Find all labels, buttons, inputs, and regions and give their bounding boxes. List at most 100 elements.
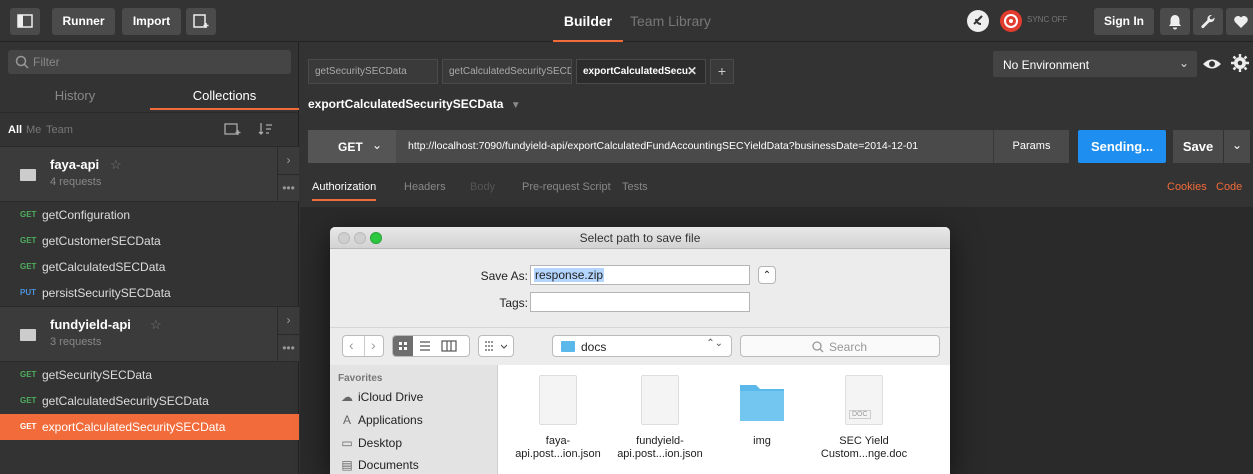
runner-button[interactable]: Runner: [52, 8, 115, 35]
tab-body[interactable]: Body: [470, 181, 495, 193]
add-tab-button[interactable]: +: [710, 59, 734, 84]
chevron-right-icon[interactable]: ›: [277, 307, 299, 334]
tab-authorization[interactable]: Authorization: [312, 181, 377, 201]
sort-icon[interactable]: [258, 122, 276, 136]
request-name: getCustomerSECData: [42, 234, 161, 248]
new-tab-button[interactable]: [186, 8, 216, 35]
wrench-icon: [1201, 14, 1215, 29]
owner-all[interactable]: All: [8, 124, 22, 136]
dialog-title: Select path to save file: [579, 231, 701, 245]
expand-dialog-button[interactable]: ⌃: [758, 266, 776, 284]
favorite-label: iCloud Drive: [358, 390, 424, 404]
request-item-active[interactable]: GET exportCalculatedSecuritySECData: [0, 414, 299, 440]
filter-input[interactable]: Filter: [8, 50, 291, 74]
arrange-button[interactable]: [478, 335, 514, 357]
view-mode-buttons[interactable]: [392, 335, 470, 357]
collection-request-count: 4 requests: [50, 176, 102, 188]
sign-in-button[interactable]: Sign In: [1094, 8, 1154, 35]
request-item[interactable]: GET getCalculatedSECData: [0, 254, 299, 280]
favorite-applications[interactable]: A Applications: [340, 413, 423, 427]
toggle-sidebar-button[interactable]: [10, 8, 40, 35]
tab-tests[interactable]: Tests: [622, 181, 648, 193]
tab-history[interactable]: History: [0, 82, 150, 110]
save-file-dialog: Select path to save file Save As: respon…: [330, 227, 950, 474]
request-title[interactable]: exportCalculatedSecuritySECData ▼: [308, 97, 521, 111]
request-item[interactable]: PUT persistSecuritySECData: [0, 280, 299, 306]
method-select[interactable]: GET ⌄: [308, 130, 396, 163]
manage-environments-button[interactable]: [1228, 51, 1252, 77]
forward-icon[interactable]: ›: [371, 337, 376, 353]
import-button[interactable]: Import: [122, 8, 181, 35]
folder-item[interactable]: img: [712, 375, 812, 448]
save-as-input[interactable]: response.zip: [530, 265, 750, 285]
star-icon[interactable]: ☆: [110, 157, 122, 173]
tab-team-library[interactable]: Team Library: [630, 0, 711, 42]
save-button[interactable]: Save: [1173, 130, 1223, 163]
sync-icon[interactable]: [1000, 10, 1022, 32]
environment-select[interactable]: No Environment ⌄: [993, 51, 1197, 77]
location-select[interactable]: docs ⌃⌄: [552, 335, 732, 357]
tab-headers[interactable]: Headers: [404, 181, 446, 193]
document-icon: [641, 375, 679, 425]
collection-fundyield-api[interactable]: fundyield-api ☆ 3 requests › •••: [0, 306, 299, 362]
tab-pre-request-script[interactable]: Pre-request Script: [522, 181, 611, 193]
file-item[interactable]: fundyield-api.post...ion.json: [610, 375, 710, 461]
request-item[interactable]: GET getCustomerSECData: [0, 228, 299, 254]
chevron-down-icon: ⌄: [1178, 56, 1189, 70]
filter-placeholder: Filter: [33, 55, 60, 69]
settings-button[interactable]: [1193, 8, 1223, 35]
request-item[interactable]: GET getConfiguration: [0, 202, 299, 228]
url-input[interactable]: http://localhost:7090/fundyield-api/expo…: [396, 130, 993, 163]
icon-view-button[interactable]: [393, 336, 413, 356]
request-tab-active[interactable]: exportCalculatedSecu ✕: [576, 59, 706, 84]
list-view-icon[interactable]: [415, 336, 435, 356]
collection-name: faya-api: [50, 157, 100, 172]
request-tab[interactable]: getCalculatedSecuritySECDa: [442, 59, 572, 84]
more-options-icon[interactable]: •••: [277, 174, 299, 201]
tab-collections[interactable]: Collections: [150, 82, 299, 110]
more-options-icon[interactable]: •••: [277, 334, 299, 361]
cookies-link[interactable]: Cookies: [1167, 181, 1207, 193]
tab-builder[interactable]: Builder: [553, 0, 623, 42]
chevron-right-icon[interactable]: ›: [277, 147, 299, 174]
column-view-icon[interactable]: [439, 336, 459, 356]
favorite-icloud-drive[interactable]: ☁ iCloud Drive: [340, 390, 423, 404]
owner-me[interactable]: Me: [26, 124, 41, 136]
favorite-documents[interactable]: ▤ Documents: [340, 458, 418, 472]
file-name: fundyield-api.post...ion.json: [617, 435, 703, 460]
new-collection-icon[interactable]: [224, 122, 242, 136]
method-value: GET: [338, 140, 363, 154]
favorite-label: Applications: [358, 413, 423, 427]
request-tab[interactable]: getSecuritySECData: [308, 59, 438, 84]
back-forward-buttons[interactable]: ‹ ›: [342, 335, 384, 357]
request-name: getConfiguration: [42, 208, 131, 222]
request-item[interactable]: GET getSecuritySECData: [0, 362, 299, 388]
favorite-desktop[interactable]: ▭ Desktop: [340, 436, 402, 450]
minimize-window-icon[interactable]: [354, 232, 366, 244]
method-badge: GET: [20, 422, 37, 431]
view-environment-button[interactable]: [1200, 51, 1224, 77]
back-icon[interactable]: ‹: [349, 337, 354, 353]
notifications-button[interactable]: [1160, 8, 1190, 35]
close-icon[interactable]: ✕: [687, 60, 697, 83]
favorite-button[interactable]: [1226, 8, 1253, 35]
search-icon: [15, 55, 29, 69]
interceptor-icon[interactable]: [967, 10, 989, 32]
collection-faya-api[interactable]: faya-api ☆ 4 requests › •••: [0, 146, 299, 202]
code-link[interactable]: Code: [1216, 181, 1242, 193]
dialog-title-bar: Select path to save file: [330, 227, 950, 249]
search-field[interactable]: Search: [740, 335, 940, 357]
params-button[interactable]: Params: [993, 130, 1069, 163]
file-item[interactable]: faya-api.post...ion.json: [508, 375, 608, 461]
zoom-window-icon[interactable]: [370, 232, 382, 244]
favorites-sidebar: Favorites ☁ iCloud Drive A Applications ▭ D…: [330, 365, 498, 474]
request-item[interactable]: GET getCalculatedSecuritySECData: [0, 388, 299, 414]
save-options-button[interactable]: ⌄: [1224, 130, 1250, 163]
close-window-icon[interactable]: [338, 232, 350, 244]
file-item[interactable]: DOC SEC Yield Custom...nge.doc: [814, 375, 914, 461]
owner-team[interactable]: Team: [46, 124, 73, 136]
send-button[interactable]: Sending...: [1078, 130, 1166, 163]
tags-input[interactable]: [530, 292, 750, 312]
request-title-text: exportCalculatedSecuritySECData: [308, 97, 504, 111]
star-icon[interactable]: ☆: [150, 317, 162, 333]
